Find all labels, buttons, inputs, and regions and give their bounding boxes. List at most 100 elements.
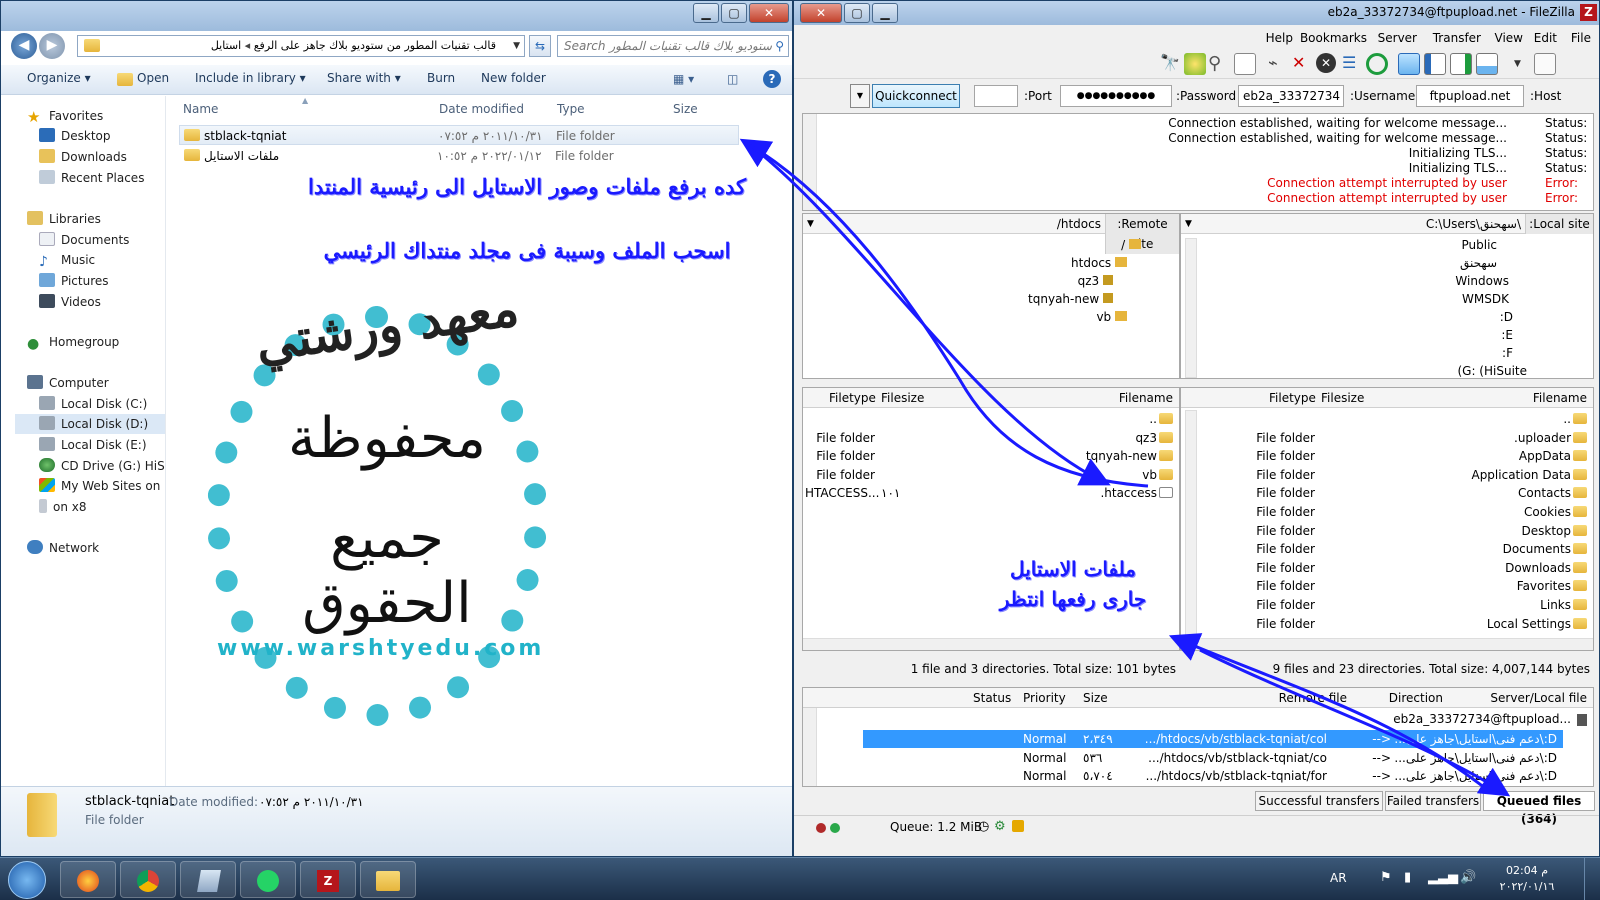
queue-row[interactable]: D:\دعم فنى\استايل\جاهز على... --> htdocs/v…: [863, 749, 1563, 767]
chevron-down-icon[interactable]: ▼: [1514, 53, 1536, 75]
new-folder-button[interactable]: New folder: [481, 71, 546, 85]
forward-button[interactable]: ▶: [39, 33, 65, 59]
nav-local-disk-d[interactable]: Local Disk (D:): [15, 414, 165, 434]
taskbar-explorer-app[interactable]: [180, 861, 236, 898]
volume-icon[interactable]: 🔊: [1460, 870, 1476, 885]
nav-local-disk-c[interactable]: Local Disk (C:): [39, 394, 147, 414]
password-input[interactable]: ●●●●●●●●●●: [1060, 85, 1172, 107]
file-row[interactable]: ملفات الاستايل ٢٠٢٢/٠١/١٢ م ١٠:٥٢ File f…: [179, 146, 739, 166]
column-date-modified[interactable]: Date modified: [439, 102, 524, 116]
taskbar-firefox[interactable]: [60, 861, 116, 898]
local-file-row[interactable]: .uploader File folder: [1181, 429, 1593, 448]
column-direction[interactable]: Direction: [1389, 688, 1443, 708]
filter-icon[interactable]: [1234, 53, 1256, 75]
queue-server[interactable]: eb2a_33372734@ftpupload...: [1393, 712, 1571, 726]
column-filename[interactable]: Filename: [1533, 388, 1587, 408]
clock-time[interactable]: 02:04 م: [1492, 864, 1562, 877]
local-list-scrollbar[interactable]: [1185, 410, 1197, 636]
quickconnect-dropdown[interactable]: ▼: [850, 84, 870, 108]
local-tree-item[interactable]: :E: [1501, 326, 1513, 344]
help-icon[interactable]: ?: [763, 70, 781, 88]
remote-file-row[interactable]: tqnyah-new File folder: [803, 447, 1179, 466]
refresh-icon[interactable]: [1366, 53, 1388, 75]
open-button[interactable]: Open: [137, 71, 169, 85]
settings-icon[interactable]: ⚙: [994, 819, 1006, 834]
column-status[interactable]: Status: [973, 688, 1011, 708]
start-button[interactable]: [8, 861, 46, 899]
port-input[interactable]: [974, 85, 1018, 107]
column-filename[interactable]: Filename: [1119, 388, 1173, 408]
share-with-button[interactable]: Share with ▾: [327, 71, 401, 85]
nav-homegroup[interactable]: ● Homegroup: [27, 332, 119, 352]
column-remote-file[interactable]: Remote file: [1279, 688, 1347, 708]
local-file-row[interactable]: Downloads File folder: [1181, 559, 1593, 578]
local-site-path[interactable]: C:\Users\سهحنق\: [1426, 214, 1521, 234]
column-priority[interactable]: Priority: [1023, 688, 1066, 708]
preview-pane-icon[interactable]: ◫: [727, 72, 738, 86]
search-remote-icon[interactable]: 🔭: [1160, 53, 1182, 75]
local-file-row[interactable]: Local Settings File folder: [1181, 615, 1593, 634]
local-file-row[interactable]: Desktop File folder: [1181, 522, 1593, 541]
column-type[interactable]: Type: [557, 102, 585, 116]
menu-server[interactable]: Server: [1378, 31, 1417, 45]
signal-icon[interactable]: ▂▃▅: [1428, 870, 1458, 885]
nav-computer[interactable]: Computer: [27, 373, 109, 393]
toggle-local-tree-icon[interactable]: [1424, 53, 1446, 75]
disconnect-icon[interactable]: ⌁: [1268, 53, 1290, 75]
show-desktop-button[interactable]: [1584, 858, 1596, 900]
toggle-remote-tree-icon[interactable]: [1450, 53, 1472, 75]
toggle-log-icon[interactable]: [1398, 53, 1420, 75]
power-icon[interactable]: ▮: [1404, 870, 1411, 885]
column-size[interactable]: Size: [673, 102, 698, 116]
site-manager-icon[interactable]: [1534, 53, 1556, 75]
remote-tree-item[interactable]: htdocs: [1071, 254, 1127, 272]
local-file-row[interactable]: Contacts File folder: [1181, 484, 1593, 503]
search-input[interactable]: Search ستوديو بلاك قالب تقنيات المطور من…: [557, 35, 789, 73]
nav-desktop[interactable]: Desktop: [39, 126, 111, 146]
remote-file-row[interactable]: vb File folder: [803, 466, 1179, 485]
menu-bookmarks[interactable]: Bookmarks: [1300, 31, 1367, 45]
local-file-row[interactable]: Application Data File folder: [1181, 466, 1593, 485]
nav-local-disk-e[interactable]: Local Disk (E:): [39, 435, 147, 455]
maximize-button[interactable]: ▢: [721, 3, 747, 23]
sync-browse-icon[interactable]: [1184, 53, 1206, 75]
breadcrumb-item[interactable]: استايل: [211, 39, 241, 52]
find-icon[interactable]: ⚲: [1208, 53, 1230, 75]
remote-file-row[interactable]: .htaccess ١٠١ HTACCESS...: [803, 484, 1179, 503]
tab-queued-files[interactable]: Queued files (364): [1483, 791, 1595, 826]
column-filetype[interactable]: Filetype: [829, 388, 876, 408]
close-button[interactable]: ✕: [749, 3, 789, 23]
local-tree-item[interactable]: WMSDK: [1462, 290, 1509, 308]
process-queue-icon[interactable]: ☰: [1342, 53, 1364, 75]
log-scrollbar[interactable]: [803, 114, 817, 210]
nav-music[interactable]: ♪ Music: [39, 250, 95, 270]
organize-button[interactable]: Organize ▾: [27, 71, 91, 85]
local-file-row[interactable]: ..: [1181, 410, 1593, 429]
chevron-down-icon[interactable]: ▼: [1185, 214, 1192, 234]
menu-view[interactable]: View: [1495, 31, 1523, 45]
local-file-row[interactable]: Links File folder: [1181, 596, 1593, 615]
search-icon[interactable]: ⚲: [775, 36, 784, 56]
host-input[interactable]: ftpupload.net: [1416, 85, 1524, 107]
menu-transfer[interactable]: Transfer: [1433, 31, 1481, 45]
close-button[interactable]: ✕: [800, 3, 842, 23]
nav-pictures[interactable]: Pictures: [39, 271, 109, 291]
stop-icon[interactable]: ✕: [1316, 53, 1336, 73]
remote-tree-item[interactable]: qz3: [1078, 272, 1113, 290]
column-server-local-file[interactable]: Server/Local file: [1490, 688, 1587, 708]
menu-edit[interactable]: Edit: [1534, 31, 1557, 45]
nav-network[interactable]: Network: [27, 538, 99, 558]
remote-file-row[interactable]: ..: [803, 410, 1179, 429]
local-tree-item[interactable]: Public: [1461, 236, 1497, 254]
menu-file[interactable]: File: [1571, 31, 1591, 45]
column-filetype[interactable]: Filetype: [1269, 388, 1316, 408]
nav-cd-drive[interactable]: CD Drive (G:) HiSuite: [39, 456, 165, 476]
local-file-row[interactable]: AppData File folder: [1181, 447, 1593, 466]
local-tree-item[interactable]: (G: (HiSuite: [1457, 362, 1527, 378]
speed-limit-icon[interactable]: ◷: [978, 819, 989, 834]
menu-help[interactable]: Help: [1266, 31, 1293, 45]
taskbar-filezilla[interactable]: Z: [300, 861, 356, 898]
local-tree-scrollbar[interactable]: [1185, 238, 1197, 378]
nav-recent-places[interactable]: Recent Places: [39, 168, 144, 188]
queue-scrollbar[interactable]: [803, 708, 817, 786]
